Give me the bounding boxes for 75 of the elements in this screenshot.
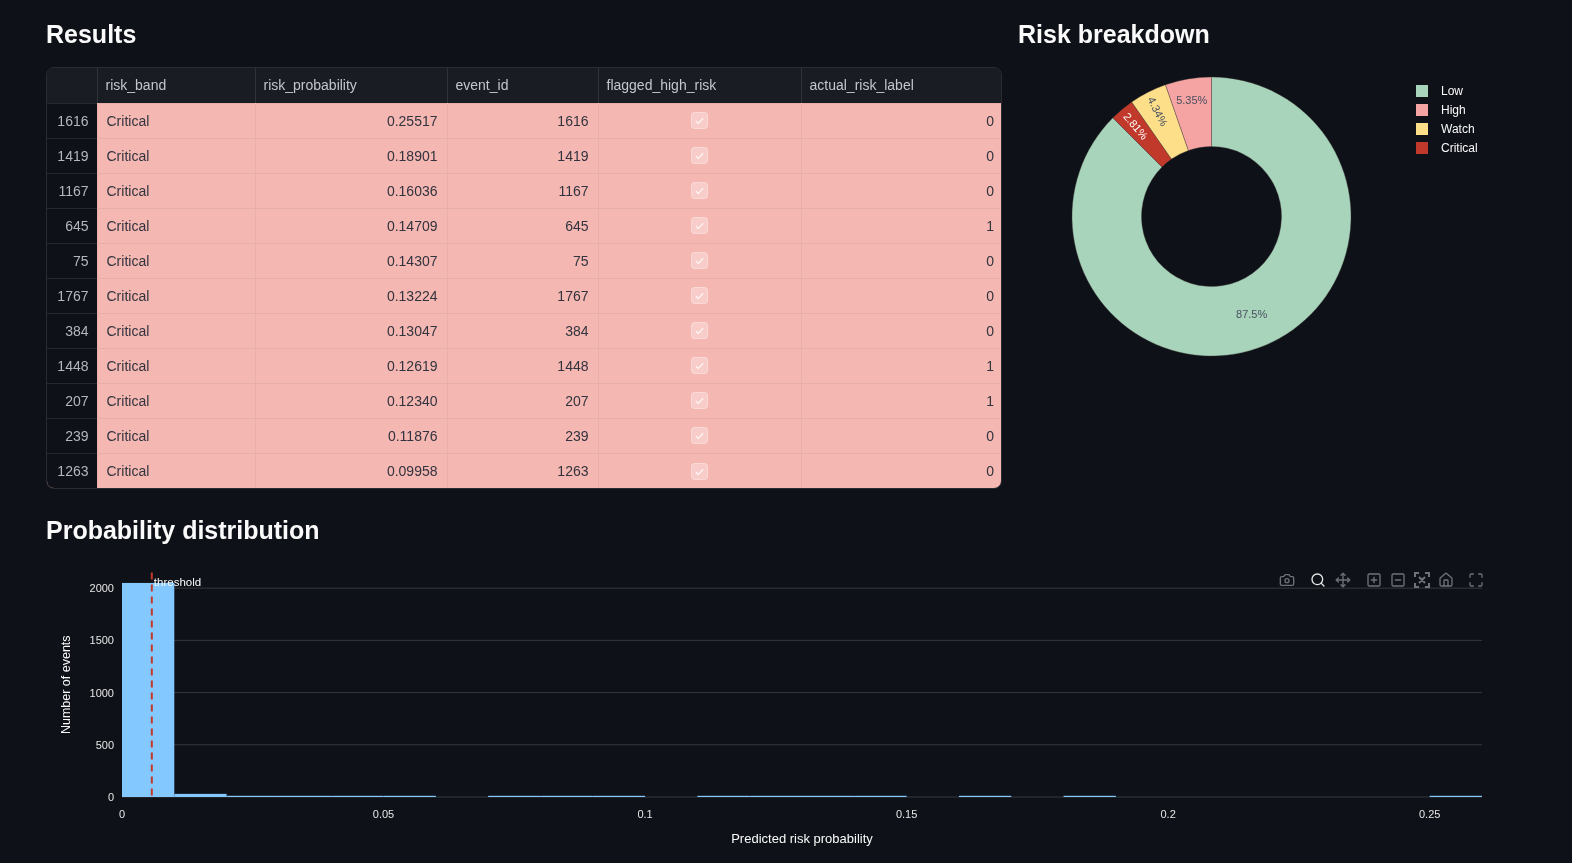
- row-index: 1419: [47, 138, 97, 173]
- table-cell: 0.13047: [255, 313, 447, 348]
- axis-tick-label: 0.05: [372, 808, 395, 820]
- axis-tick-label: 0: [118, 808, 126, 820]
- table-cell: 75: [447, 243, 598, 278]
- table-cell: 0.11876: [255, 418, 447, 453]
- table-cell: 384: [447, 313, 598, 348]
- row-index: 207: [47, 383, 97, 418]
- row-index: 1167: [47, 173, 97, 208]
- table-cell: 0.09958: [255, 453, 447, 488]
- table-cell: 1263: [447, 453, 598, 488]
- table-cell: 1: [801, 208, 1001, 243]
- axis-title: Number of events: [59, 635, 73, 735]
- row-index: 1616: [47, 103, 97, 138]
- table-cell: 1448: [447, 348, 598, 383]
- table-cell: 1167: [447, 173, 598, 208]
- axis-tick-label: 0.25: [1419, 808, 1441, 820]
- row-index: 1767: [47, 278, 97, 313]
- table-cell: Critical: [97, 173, 255, 208]
- table-cell: 0.16036: [255, 173, 447, 208]
- table-cell: 0.12619: [255, 348, 447, 383]
- row-index: 1263: [47, 453, 97, 488]
- table-cell: Critical: [97, 278, 255, 313]
- row-index: 239: [47, 418, 97, 453]
- table-cell: 0.18901: [255, 138, 447, 173]
- axis-tick-label: 0.2: [1160, 808, 1176, 820]
- threshold-label: threshold: [153, 576, 202, 588]
- table-cell: Critical: [97, 208, 255, 243]
- table-cell: 1616: [447, 103, 598, 138]
- table-cell: Critical: [97, 103, 255, 138]
- axis-title: Predicted risk probability: [731, 830, 873, 846]
- section-title: Risk breakdown: [1018, 19, 1210, 50]
- table-cell: Critical: [97, 418, 255, 453]
- row-index: 75: [47, 243, 97, 278]
- slice-label: 5.35%: [1176, 94, 1208, 107]
- table-cell: 0.13224: [255, 278, 447, 313]
- table-cell: 1419: [447, 138, 598, 173]
- slice-label: 4.34%: [1145, 94, 1171, 129]
- table-cell: 1767: [447, 278, 598, 313]
- table-cell: 0.14307: [255, 243, 447, 278]
- axis-tick-label: 2000: [89, 582, 114, 595]
- table-cell: Critical: [97, 243, 255, 278]
- table-cell: Critical: [97, 348, 255, 383]
- table-cell: 0: [801, 453, 1001, 488]
- table-cell: 0.25517: [255, 103, 447, 138]
- table-cell: 0.12340: [255, 383, 447, 418]
- axis-tick-label: 1000: [89, 686, 114, 699]
- table-cell: 0: [801, 173, 1001, 208]
- table-cell: 0: [801, 313, 1001, 348]
- table-cell: 0: [801, 418, 1001, 453]
- section-title: Probability distribution: [46, 515, 320, 546]
- table-cell: 1: [801, 348, 1001, 383]
- section-title: Results: [46, 19, 137, 50]
- table-cell: 0.14709: [255, 208, 447, 243]
- row-index: 384: [47, 313, 97, 348]
- axis-tick-label: 1500: [89, 634, 114, 647]
- table-cell: Critical: [97, 313, 255, 348]
- table-cell: Critical: [97, 138, 255, 173]
- axis-tick-label: 0.1: [637, 808, 653, 820]
- row-index: 1448: [47, 348, 97, 383]
- table-cell: 0: [801, 243, 1001, 278]
- table-cell: 645: [447, 208, 598, 243]
- table-cell: Critical: [97, 453, 255, 488]
- slice-label: 87.5%: [1236, 307, 1268, 320]
- table-cell: 207: [447, 383, 598, 418]
- axis-tick-label: 0.15: [895, 808, 918, 820]
- axis-tick-label: 500: [95, 738, 114, 751]
- table-cell: 0: [801, 103, 1001, 138]
- axis-tick-label: 0: [107, 791, 114, 803]
- table-cell: 0: [801, 138, 1001, 173]
- row-index: 645: [47, 208, 97, 243]
- table-cell: 239: [447, 418, 598, 453]
- table-cell: Critical: [97, 383, 255, 418]
- table-cell: 0: [801, 278, 1001, 313]
- table-cell: 1: [801, 383, 1001, 418]
